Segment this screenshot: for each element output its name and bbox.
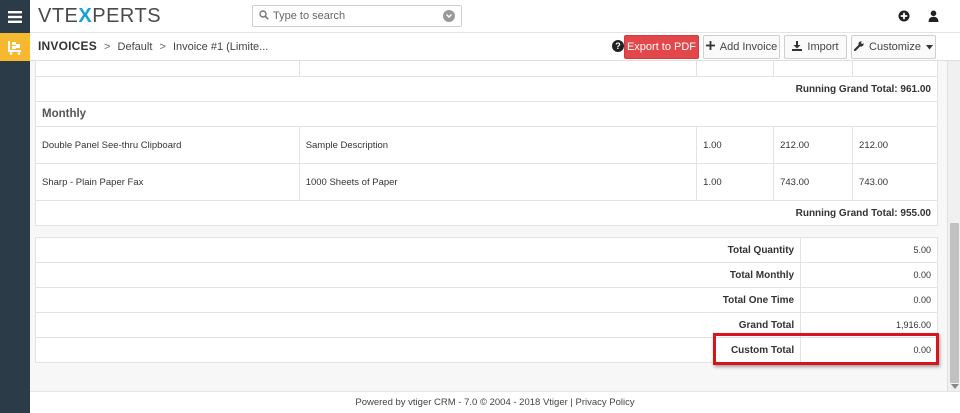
totals-table: Total Quantity 5.00 Total Monthly 0.00 T… [34, 237, 938, 363]
footer-text: Powered by vtiger CRM - 7.0 © 2004 - 201… [355, 397, 635, 408]
logo-text-left: VTE [38, 5, 79, 27]
plus-circle-icon[interactable] [898, 10, 910, 22]
item-quantity: 1.00 [696, 126, 775, 164]
search-input[interactable] [273, 10, 443, 22]
item-description: 1000 Sheets of Paper [298, 163, 698, 201]
total-label: Custom Total [34, 337, 802, 363]
page-footer: Powered by vtiger CRM - 7.0 © 2004 - 201… [30, 391, 960, 413]
table-row: Sharp - Plain Paper Fax 1000 Sheets of P… [35, 163, 938, 201]
hamburger-icon[interactable] [0, 0, 30, 33]
running-total-row: Running Grand Total: 961.00 [35, 76, 938, 102]
item-total: 743.00 [852, 163, 938, 201]
grand-total-row: Grand Total 1,916.00 [34, 312, 938, 338]
running-total: Running Grand Total: 961.00 [35, 76, 938, 102]
add-invoice-label: Add Invoice [719, 41, 778, 53]
plus-icon [705, 41, 715, 53]
user-icon[interactable] [927, 10, 939, 22]
table-cell [852, 61, 938, 77]
table-row: Double Panel See-thru Clipboard Sample D… [35, 126, 938, 164]
chevron-circle-icon[interactable] [443, 10, 455, 22]
total-quantity-row: Total Quantity 5.00 [34, 237, 938, 263]
vtexperts-logo[interactable]: VTEXPERTS [38, 6, 161, 26]
total-value: 0.00 [800, 262, 938, 288]
running-total-row: Running Grand Total: 955.00 [35, 200, 938, 226]
left-rail [0, 0, 30, 413]
search-icon [259, 9, 269, 23]
item-price: 743.00 [773, 163, 854, 201]
export-button-label: Export to PDF [626, 41, 697, 53]
total-label: Total Quantity [34, 237, 802, 263]
total-value: 5.00 [800, 237, 938, 263]
add-invoice-button[interactable]: Add Invoice [703, 35, 780, 59]
download-icon [792, 40, 803, 54]
item-price: 212.00 [773, 126, 854, 164]
total-monthly-row: Total Monthly 0.00 [34, 262, 938, 288]
total-value: 1,916.00 [800, 312, 938, 338]
top-bar: VTEXPERTS [30, 0, 960, 33]
table-cell [298, 61, 698, 77]
total-label: Grand Total [34, 312, 802, 338]
total-one-time-row: Total One Time 0.00 [34, 287, 938, 313]
table-row [35, 61, 938, 77]
section-header-row: Monthly [35, 101, 938, 127]
breadcrumb: INVOICES > Default > Invoice #1 (Limite.… [38, 39, 268, 53]
item-name: Double Panel See-thru Clipboard [35, 126, 300, 164]
customize-label: Customize [869, 41, 921, 53]
breadcrumb-separator: > [104, 41, 111, 53]
item-quantity: 1.00 [696, 163, 775, 201]
import-label: Import [807, 41, 839, 53]
breadcrumb-separator: > [159, 41, 166, 53]
breadcrumb-module[interactable]: INVOICES [38, 39, 97, 53]
total-value: 0.00 [800, 287, 938, 313]
item-total: 212.00 [852, 126, 938, 164]
item-name: Sharp - Plain Paper Fax [35, 163, 300, 201]
module-header: INVOICES > Default > Invoice #1 (Limite.… [30, 33, 960, 61]
total-label: Total Monthly [34, 262, 802, 288]
item-description: Sample Description [298, 126, 698, 164]
breadcrumb-record: Invoice #1 (Limite... [172, 41, 269, 53]
running-total: Running Grand Total: 955.00 [35, 200, 938, 226]
table-cell [35, 61, 300, 77]
section-title: Monthly [35, 101, 938, 127]
caret-down-icon [925, 41, 933, 53]
export-to-pdf-button[interactable]: Export to PDF [624, 35, 699, 59]
total-value: 0.00 [800, 337, 938, 363]
import-button[interactable]: Import [784, 35, 847, 59]
invoice-detail-content: Running Grand Total: 961.00 Monthly Doub… [30, 61, 947, 391]
cart-icon[interactable] [0, 33, 30, 61]
scrollbar-thumb[interactable] [950, 223, 959, 383]
wrench-icon [853, 40, 864, 54]
table-cell [696, 61, 775, 77]
customize-dropdown[interactable]: Customize [851, 35, 936, 59]
question-circle-icon[interactable]: ? [612, 40, 624, 52]
table-cell [773, 61, 854, 77]
line-items-table: Running Grand Total: 961.00 Monthly Doub… [35, 61, 938, 226]
custom-total-row: Custom Total 0.00 [34, 337, 938, 363]
breadcrumb-view[interactable]: Default [118, 41, 153, 53]
vertical-scrollbar[interactable] [947, 61, 960, 391]
logo-text-right: PERTS [92, 5, 162, 27]
scroll-down-arrow-icon[interactable] [951, 384, 959, 389]
total-label: Total One Time [34, 287, 802, 313]
global-search[interactable] [252, 5, 462, 27]
logo-text-x: X [78, 5, 93, 27]
